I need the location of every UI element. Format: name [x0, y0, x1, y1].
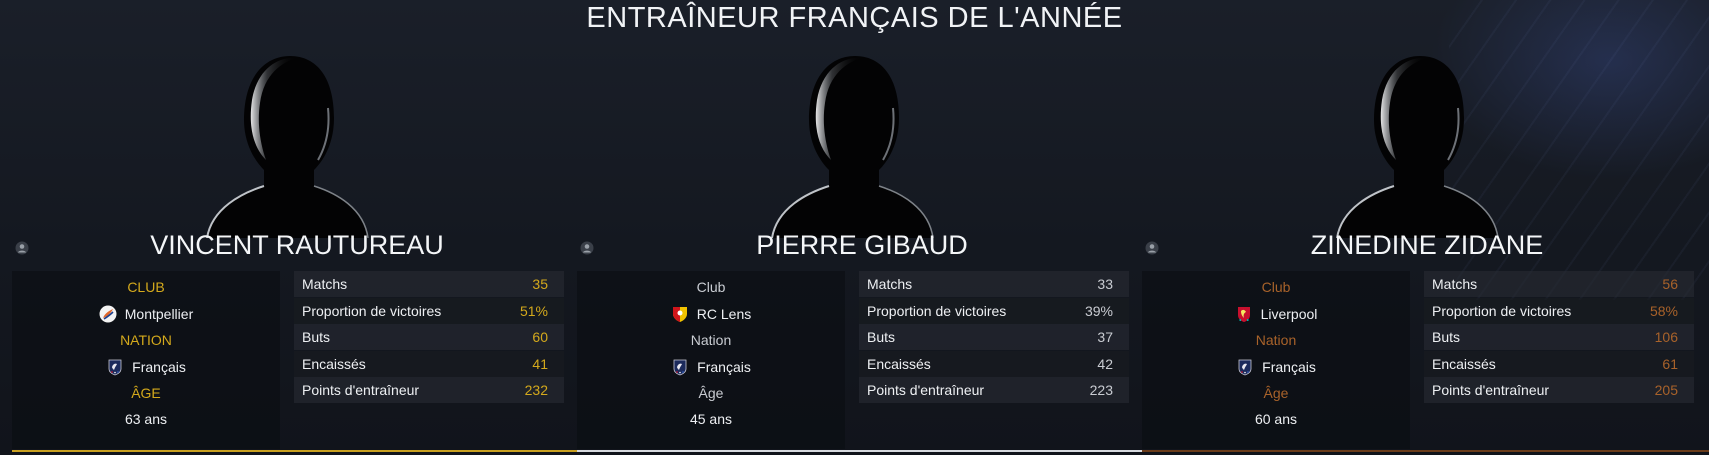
france-federation-icon — [106, 358, 124, 376]
coach-name: PIERRE GIBAUD — [756, 230, 968, 260]
coach-info-panel: CLUB Montpellier NATION Français ÂGE 63 … — [12, 271, 280, 449]
club-value[interactable]: Liverpool — [1142, 305, 1410, 323]
coach-name: VINCENT RAUTUREAU — [150, 230, 444, 260]
stat-value: 60 — [532, 329, 548, 346]
age-label: Âge — [1263, 385, 1289, 401]
age-value: 63 ans — [124, 411, 168, 427]
coach-silhouette-icon — [771, 56, 934, 238]
stat-value: 106 — [1654, 329, 1678, 346]
stat-row: Buts 37 — [859, 324, 1129, 351]
stat-row: Matchs 33 — [859, 271, 1129, 297]
stat-value: 35 — [532, 276, 548, 292]
stat-label: Points d'entraîneur — [302, 382, 420, 399]
club-name: Liverpool — [1260, 306, 1318, 322]
stat-value: 61 — [1662, 355, 1678, 372]
stat-label: Buts — [302, 329, 331, 346]
stat-label: Proportion de victoires — [302, 302, 442, 319]
rc-lens-badge-icon — [671, 305, 689, 323]
stat-value: 42 — [1097, 355, 1113, 372]
coach-stats-panel: Matchs 35 Proportion de victoires 51% Buts 60… — [294, 271, 564, 404]
age-label: ÂGE — [131, 385, 161, 401]
coach-card[interactable]: PIERRE GIBAUD Club RC Lens Nation França… — [577, 40, 1149, 455]
stat-label: Encaissés — [867, 355, 931, 372]
stat-label: Buts — [1432, 329, 1461, 346]
stat-row: Buts 106 — [1424, 324, 1694, 351]
france-federation-icon — [1236, 358, 1254, 376]
stat-row: Encaissés 41 — [294, 350, 564, 377]
nation-label: Nation — [690, 332, 732, 348]
stat-label: Matchs — [302, 276, 348, 292]
coach-stats-panel: Matchs 56 Proportion de victoires 58% Buts 10… — [1424, 271, 1694, 404]
nation-value[interactable]: Français — [12, 358, 280, 376]
card-accent-line — [1142, 450, 1709, 452]
stat-label: Encaissés — [1432, 355, 1496, 372]
coach-card[interactable]: ZINEDINE ZIDANE Club Liverpool Nation Fr… — [1142, 40, 1709, 455]
page-title: ENTRAÎNEUR FRANÇAIS DE L'ANNÉE — [586, 2, 1123, 34]
club-label: Club — [696, 279, 726, 295]
stat-value: 205 — [1654, 382, 1678, 399]
montpellier-badge-icon — [99, 305, 117, 323]
nation-label: NATION — [120, 332, 172, 348]
nation-value[interactable]: Français — [1142, 358, 1410, 376]
nation-name: Français — [697, 359, 751, 375]
stat-value: 37 — [1097, 329, 1113, 346]
stat-row: Encaissés 42 — [859, 350, 1129, 377]
stat-label: Encaissés — [302, 355, 366, 372]
stat-value: 39% — [1084, 302, 1113, 319]
stat-label: Matchs — [1432, 276, 1478, 292]
coach-info-panel: Club Liverpool Nation Français Âge 60 an… — [1142, 271, 1410, 449]
stat-row: Encaissés 61 — [1424, 350, 1694, 377]
card-accent-line — [577, 450, 1149, 452]
coach-card[interactable]: VINCENT RAUTUREAU CLUB Montpellier NATIO… — [12, 40, 584, 455]
stat-row: Points d'entraîneur 205 — [1424, 377, 1694, 404]
stat-row: Matchs 35 — [294, 271, 564, 297]
stat-row: Proportion de victoires 58% — [1424, 297, 1694, 324]
coach-name: ZINEDINE ZIDANE — [1310, 230, 1544, 260]
nation-value[interactable]: Français — [577, 358, 845, 376]
stat-row: Points d'entraîneur 232 — [294, 377, 564, 404]
club-value[interactable]: Montpellier — [12, 305, 280, 323]
stat-label: Points d'entraîneur — [1432, 382, 1550, 399]
age-label: Âge — [698, 385, 724, 401]
stat-row: Proportion de victoires 51% — [294, 297, 564, 324]
coach-silhouette-icon — [206, 56, 369, 238]
coach-info-panel: Club RC Lens Nation Français Âge 45 ans — [577, 271, 845, 449]
stat-value: 232 — [524, 382, 548, 399]
stat-value: 223 — [1089, 382, 1113, 399]
stat-row: Proportion de victoires 39% — [859, 297, 1129, 324]
stat-value: 33 — [1097, 276, 1113, 292]
club-value[interactable]: RC Lens — [577, 305, 845, 323]
stat-label: Proportion de victoires — [1432, 302, 1572, 319]
card-accent-line — [12, 450, 584, 452]
club-label: Club — [1261, 279, 1291, 295]
stat-label: Buts — [867, 329, 896, 346]
stat-row: Buts 60 — [294, 324, 564, 351]
stat-value: 51% — [519, 302, 548, 319]
age-value: 60 ans — [1254, 411, 1298, 427]
club-name: Montpellier — [124, 306, 194, 322]
age-value: 45 ans — [689, 411, 733, 427]
nation-name: Français — [1262, 359, 1316, 375]
stat-row: Matchs 56 — [1424, 271, 1694, 297]
stat-value: 58% — [1649, 302, 1678, 319]
stat-label: Proportion de victoires — [867, 302, 1007, 319]
stat-value: 56 — [1662, 276, 1678, 292]
nation-label: Nation — [1255, 332, 1297, 348]
liverpool-badge-icon — [1235, 305, 1253, 323]
france-federation-icon — [671, 358, 689, 376]
stat-row: Points d'entraîneur 223 — [859, 377, 1129, 404]
club-label: CLUB — [127, 279, 165, 295]
stat-label: Matchs — [867, 276, 913, 292]
coach-silhouette-icon — [1336, 56, 1499, 238]
nation-name: Français — [132, 359, 186, 375]
stat-label: Points d'entraîneur — [867, 382, 985, 399]
stat-value: 41 — [532, 355, 548, 372]
coach-stats-panel: Matchs 33 Proportion de victoires 39% Buts 37… — [859, 271, 1129, 404]
club-name: RC Lens — [696, 306, 752, 322]
